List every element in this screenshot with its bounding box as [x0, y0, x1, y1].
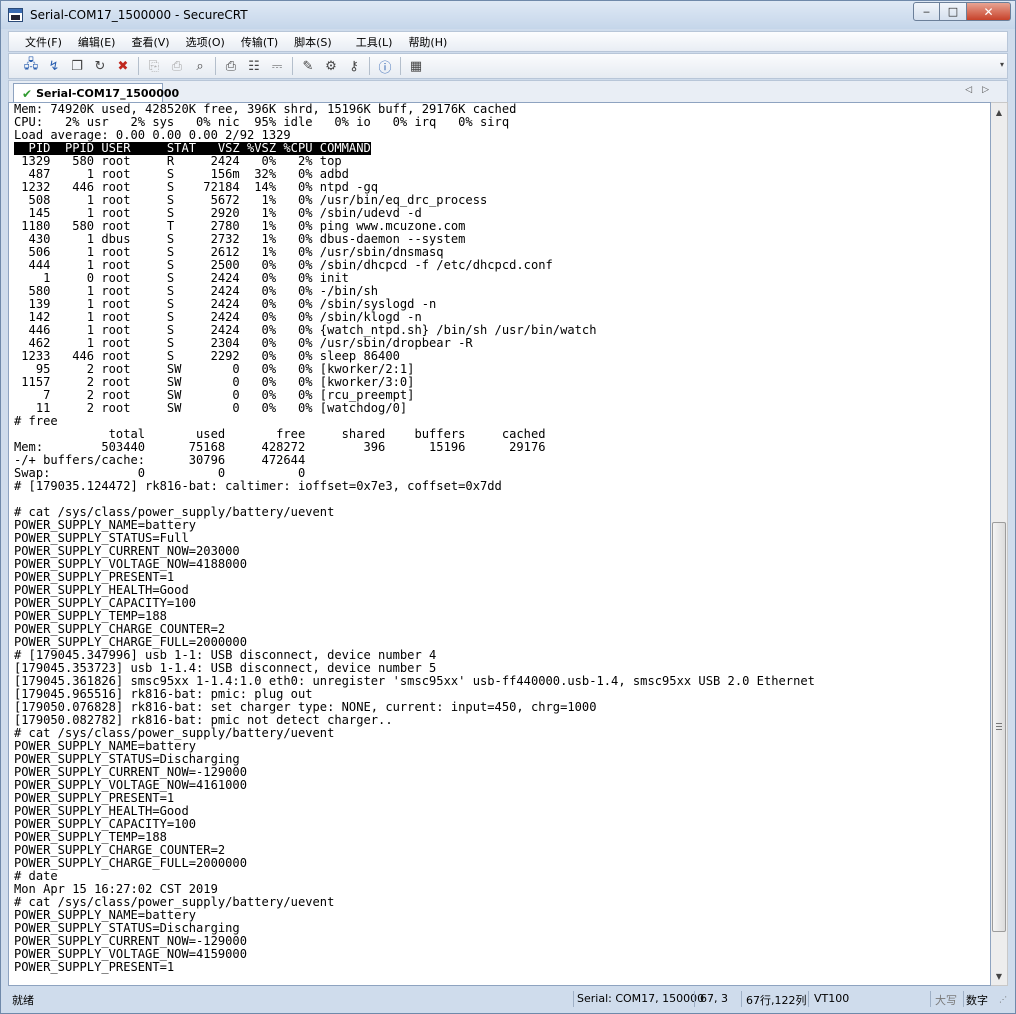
status-divider — [808, 991, 809, 1007]
print-icon[interactable]: ⎙ — [221, 56, 241, 76]
scroll-thumb[interactable] — [992, 522, 1006, 932]
toolbar-separator — [400, 57, 401, 75]
close-button[interactable]: ✕ — [967, 2, 1011, 21]
menu-view[interactable]: 查看(V) — [123, 34, 177, 50]
status-ready: 就绪 — [12, 994, 34, 1007]
status-divider — [741, 991, 742, 1007]
status-divider — [694, 991, 695, 1007]
window-controls: ‒ □ ✕ — [913, 2, 1011, 21]
toolbar-separator — [369, 57, 370, 75]
reconnect-icon[interactable]: ↻ — [90, 56, 110, 76]
vertical-scrollbar[interactable]: ▲ ▼ — [991, 102, 1008, 986]
menu-tools[interactable]: 工具(L) — [348, 34, 401, 50]
tab-label: Serial-COM17_1500000 — [36, 87, 180, 100]
help-icon[interactable]: ⓘ — [375, 56, 395, 76]
terminal-pane[interactable]: Mem: 74920K used, 428520K free, 396K shr… — [8, 102, 991, 986]
menu-transfer[interactable]: 传输(T) — [233, 34, 286, 50]
scroll-grip-icon — [996, 723, 1002, 730]
keymap-icon[interactable]: ⚷ — [344, 56, 364, 76]
menu-options[interactable]: 选项(O) — [178, 34, 233, 50]
status-emulation: VT100 — [814, 992, 850, 1005]
menu-help[interactable]: 帮助(H) — [400, 34, 455, 50]
tab-strip: ✔ Serial-COM17_1500000 ◁▷ — [8, 80, 1008, 103]
toolbar-separator — [292, 57, 293, 75]
window-title: Serial-COM17_1500000 - SecureCRT — [30, 8, 248, 22]
status-divider — [930, 991, 931, 1007]
status-bar: 就绪 Serial: COM17, 150000 67, 3 67行,122列 … — [8, 989, 1008, 1009]
terminal-line: POWER_SUPPLY_CHARGE_FULL=2000000 — [14, 856, 247, 870]
status-terminal-size: 67行,122列 — [746, 994, 807, 1007]
status-connection: Serial: COM17, 150000 — [577, 992, 705, 1005]
toolbar-separator — [215, 57, 216, 75]
connect-icon[interactable]: 🖧 — [21, 56, 41, 76]
status-caps-lock: 大写 — [935, 994, 957, 1007]
terminal-line: # [179035.124472] rk816-bat: caltimer: i… — [14, 479, 502, 493]
securecrt-window: Serial-COM17_1500000 - SecureCRT ‒ □ ✕ 文… — [0, 0, 1016, 1014]
title-bar[interactable]: Serial-COM17_1500000 - SecureCRT ‒ □ ✕ — [1, 1, 1015, 29]
terminal-output: Mem: 74920K used, 428520K free, 396K shr… — [14, 103, 815, 974]
quick-connect-icon[interactable]: ↯ — [44, 56, 64, 76]
status-cursor-position: 67, 3 — [700, 992, 728, 1005]
menu-edit[interactable]: 编辑(E) — [70, 34, 124, 50]
connected-check-icon: ✔ — [22, 86, 33, 101]
toolbar: 🖧 ↯ ❐ ↻ ✖ ⎘ ⎙ ⌕ ⎙ ☷ ⎓ ✎ ⚙ ⚷ ⓘ ▦ ▾ — [8, 53, 1008, 79]
connect-in-tab-icon[interactable]: ❐ — [67, 56, 87, 76]
global-options-icon[interactable]: ⚙ — [321, 56, 341, 76]
minimize-button[interactable]: ‒ — [913, 2, 940, 21]
toolbar-overflow-icon[interactable]: ▾ — [1000, 60, 1004, 69]
copy-icon[interactable]: ⎘ — [144, 56, 164, 76]
toolbar-separator — [138, 57, 139, 75]
sftp-icon[interactable]: ▦ — [406, 56, 426, 76]
tab-serial-com17[interactable]: ✔ Serial-COM17_1500000 — [13, 83, 179, 103]
menu-bar: 文件(F) 编辑(E) 查看(V) 选项(O) 传输(T) 脚本(S) 工具(L… — [8, 31, 1008, 52]
securecrt-app-icon[interactable] — [8, 8, 23, 22]
terminal-line: POWER_SUPPLY_PRESENT=1 — [14, 960, 175, 974]
menu-script[interactable]: 脚本(S) — [286, 34, 340, 50]
disconnect-icon[interactable]: ✖ — [113, 56, 133, 76]
status-num-lock: 数字 — [966, 994, 988, 1007]
terminal-line: 11 2 root SW 0 0% 0% [watchdog/0] — [14, 401, 408, 415]
print-setup-icon[interactable]: ☷ — [244, 56, 264, 76]
scroll-up-icon[interactable]: ▲ — [991, 104, 1007, 120]
tab-scroll-arrows-icon[interactable]: ◁▷ — [965, 85, 999, 95]
status-divider — [573, 991, 574, 1007]
print-screen-icon[interactable]: ⎓ — [267, 56, 287, 76]
paste-icon[interactable]: ⎙ — [167, 56, 187, 76]
resize-grip-icon[interactable]: ⋰ — [999, 995, 1007, 1004]
scroll-down-icon[interactable]: ▼ — [991, 968, 1007, 984]
session-options-icon[interactable]: ✎ — [298, 56, 318, 76]
menu-file[interactable]: 文件(F) — [9, 34, 70, 50]
status-divider — [963, 991, 964, 1007]
find-icon[interactable]: ⌕ — [190, 56, 210, 76]
maximize-button[interactable]: □ — [940, 2, 967, 21]
